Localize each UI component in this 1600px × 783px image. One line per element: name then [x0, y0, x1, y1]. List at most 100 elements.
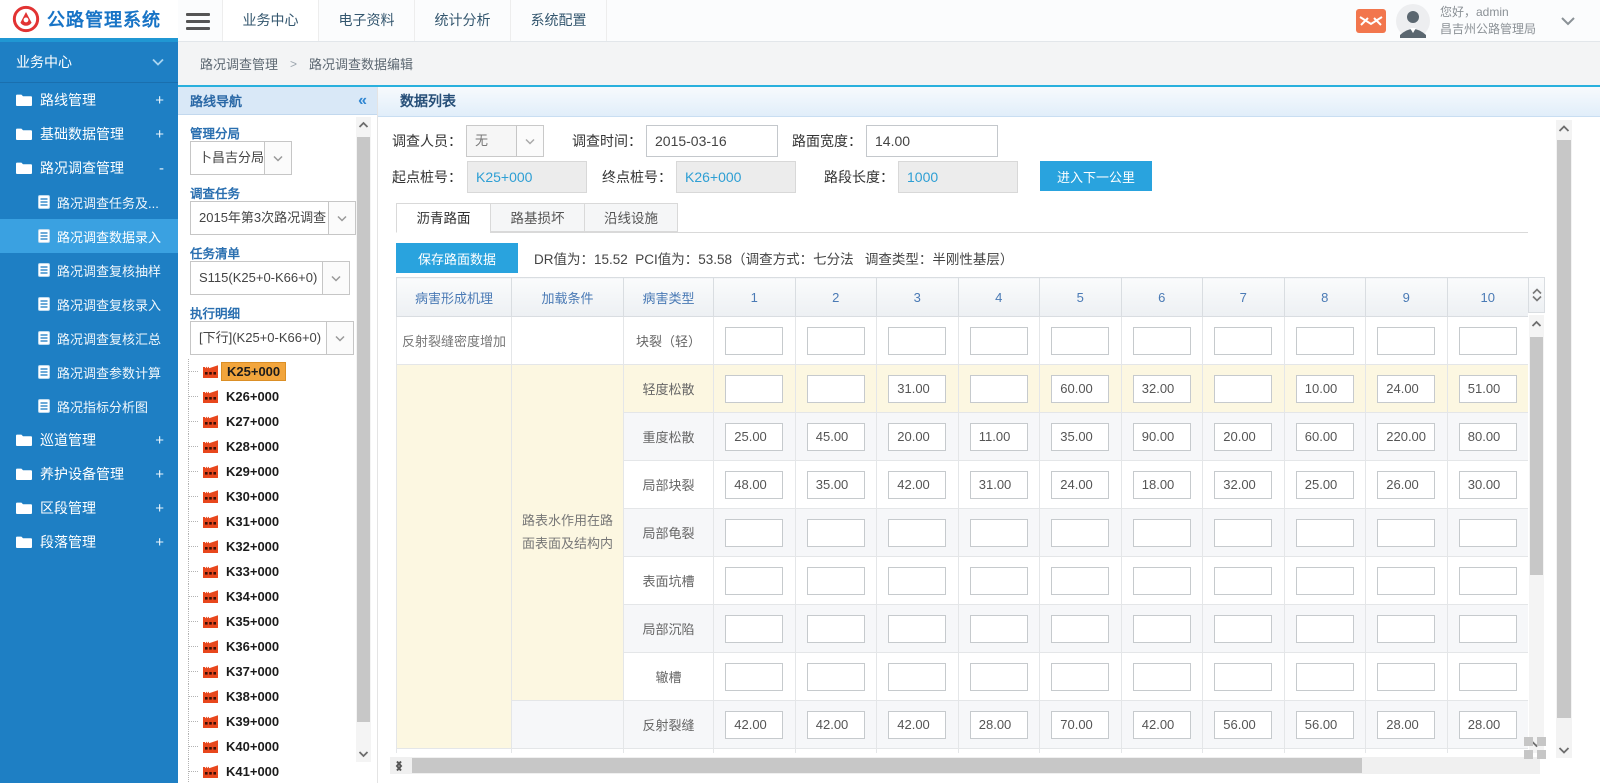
damage-value-input[interactable]: [970, 375, 1028, 403]
damage-value-input[interactable]: [970, 471, 1028, 499]
chevron-down-icon[interactable]: [516, 126, 543, 156]
damage-value-input[interactable]: [1133, 519, 1191, 547]
damage-value-input[interactable]: [970, 327, 1028, 355]
collapse-panel-button[interactable]: «: [358, 92, 367, 110]
damage-value-input[interactable]: [1377, 663, 1435, 691]
messages-icon[interactable]: [1356, 9, 1386, 33]
damage-value-input[interactable]: [888, 519, 946, 547]
damage-value-input[interactable]: [807, 663, 865, 691]
damage-value-input[interactable]: [1214, 615, 1272, 643]
save-pavement-data-button[interactable]: 保存路面数据: [396, 243, 518, 273]
damage-value-input[interactable]: [725, 375, 783, 403]
survey-date-input[interactable]: [646, 125, 778, 157]
expand-toggle-icon[interactable]: -: [159, 160, 164, 177]
damage-value-input[interactable]: [1051, 615, 1109, 643]
station-item[interactable]: K33+000: [188, 559, 353, 584]
damage-value-input[interactable]: [1377, 375, 1435, 403]
chevron-down-icon[interactable]: [328, 202, 355, 234]
damage-value-input[interactable]: [888, 663, 946, 691]
scrollbar-track[interactable]: [1529, 315, 1544, 753]
station-item[interactable]: K28+000: [188, 434, 353, 459]
scroll-up-arrow[interactable]: [356, 117, 371, 133]
damage-value-input[interactable]: [888, 711, 946, 739]
damage-value-input[interactable]: [970, 567, 1028, 595]
sidebar-header[interactable]: 业务中心: [0, 42, 178, 83]
damage-value-input[interactable]: [888, 423, 946, 451]
station-item[interactable]: K26+000: [188, 384, 353, 409]
damage-value-input[interactable]: [888, 471, 946, 499]
damage-value-input[interactable]: [1459, 519, 1517, 547]
damage-value-input[interactable]: [1051, 471, 1109, 499]
damage-value-input[interactable]: [807, 519, 865, 547]
damage-value-input[interactable]: [1296, 375, 1354, 403]
route-nav-scrollbar[interactable]: [356, 117, 371, 762]
page-vertical-scrollbar[interactable]: [1556, 120, 1572, 758]
damage-value-input[interactable]: [1459, 711, 1517, 739]
damage-value-input[interactable]: [970, 711, 1028, 739]
scroll-down-arrow[interactable]: [1556, 742, 1572, 758]
damage-value-input[interactable]: [807, 423, 865, 451]
damage-value-input[interactable]: [1214, 663, 1272, 691]
scrollbar-thumb[interactable]: [357, 137, 370, 722]
damage-value-input[interactable]: [807, 375, 865, 403]
damage-value-input[interactable]: [970, 423, 1028, 451]
table-vertical-scrollbar[interactable]: [1528, 277, 1545, 753]
chevron-down-icon[interactable]: [264, 142, 291, 174]
sidebar-subitem[interactable]: 路况调查复核抽样: [0, 253, 178, 287]
sidebar-subitem[interactable]: 路况调查复核汇总: [0, 321, 178, 355]
damage-value-input[interactable]: [1459, 423, 1517, 451]
damage-value-input[interactable]: [1133, 663, 1191, 691]
damage-value-input[interactable]: [1051, 423, 1109, 451]
top-nav-item[interactable]: 电子资料: [319, 0, 415, 41]
damage-value-input[interactable]: [1214, 423, 1272, 451]
damage-value-input[interactable]: [1133, 327, 1191, 355]
expand-toggle-icon[interactable]: +: [155, 432, 164, 449]
filter-dropdown[interactable]: 卜昌吉分局: [190, 141, 292, 175]
damage-value-input[interactable]: [725, 711, 783, 739]
station-item[interactable]: K39+000: [188, 709, 353, 734]
damage-value-input[interactable]: [1296, 663, 1354, 691]
station-item[interactable]: K27+000: [188, 409, 353, 434]
road-width-input[interactable]: [866, 125, 998, 157]
breadcrumb-item[interactable]: 路况调查管理: [200, 54, 278, 73]
damage-value-input[interactable]: [1459, 615, 1517, 643]
resize-grip[interactable]: [1524, 737, 1550, 763]
damage-value-input[interactable]: [1377, 327, 1435, 355]
expand-toggle-icon[interactable]: +: [155, 466, 164, 483]
damage-value-input[interactable]: [1459, 327, 1517, 355]
damage-value-input[interactable]: [1377, 615, 1435, 643]
damage-value-input[interactable]: [1133, 423, 1191, 451]
damage-value-input[interactable]: [888, 375, 946, 403]
damage-value-input[interactable]: [1296, 615, 1354, 643]
damage-value-input[interactable]: [1296, 327, 1354, 355]
damage-value-input[interactable]: [725, 567, 783, 595]
damage-value-input[interactable]: [807, 567, 865, 595]
damage-value-input[interactable]: [1051, 663, 1109, 691]
station-item[interactable]: K41+000: [188, 759, 353, 783]
scrollbar-thumb[interactable]: [1530, 337, 1543, 575]
sidebar-item[interactable]: 基础数据管理+: [0, 117, 178, 151]
tab-item[interactable]: 路基损坏: [490, 203, 584, 232]
scroll-up-arrow[interactable]: [1529, 317, 1544, 331]
damage-value-input[interactable]: [1214, 567, 1272, 595]
filter-dropdown[interactable]: 2015年第3次路况调查: [190, 201, 356, 235]
damage-value-input[interactable]: [807, 711, 865, 739]
damage-value-input[interactable]: [1051, 327, 1109, 355]
damage-value-input[interactable]: [1133, 615, 1191, 643]
damage-value-input[interactable]: [1133, 567, 1191, 595]
chevron-down-icon[interactable]: [326, 322, 353, 354]
chevron-down-icon[interactable]: [322, 262, 349, 294]
station-item[interactable]: K35+000: [188, 609, 353, 634]
damage-value-input[interactable]: [1051, 711, 1109, 739]
station-item[interactable]: K31+000: [188, 509, 353, 534]
damage-value-input[interactable]: [970, 663, 1028, 691]
damage-value-input[interactable]: [725, 519, 783, 547]
sidebar-item[interactable]: 路线管理+: [0, 83, 178, 117]
top-nav-item[interactable]: 统计分析: [415, 0, 511, 41]
damage-value-input[interactable]: [888, 567, 946, 595]
scroll-up-arrow[interactable]: [1556, 120, 1572, 136]
sidebar-subitem[interactable]: 路况调查复核录入: [0, 287, 178, 321]
horizontal-scrollbar[interactable]: [390, 757, 1540, 774]
damage-value-input[interactable]: [725, 423, 783, 451]
expand-toggle-icon[interactable]: +: [155, 534, 164, 551]
